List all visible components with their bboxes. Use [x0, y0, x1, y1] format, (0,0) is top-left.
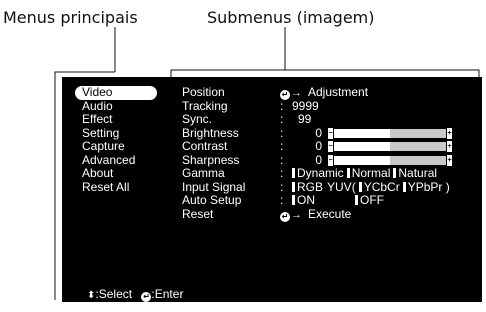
submenu-label-gamma[interactable]: Gamma [182, 166, 245, 181]
position-action: Adjustment [308, 85, 369, 99]
sync-value: 99 [298, 112, 312, 126]
sharpness-slider[interactable]: − + [328, 154, 452, 166]
main-menu-item-video[interactable]: Video [75, 85, 157, 100]
contrast-value: 0 [315, 139, 322, 153]
radio-marker-icon [355, 195, 358, 205]
submenu-label-position[interactable]: Position [182, 85, 245, 100]
slider-fill [334, 142, 390, 151]
radio-marker-icon [393, 168, 397, 178]
enter-icon: ↵ [280, 211, 290, 222]
input-option-yuv[interactable]: YUV( [327, 180, 356, 195]
radio-marker-icon [402, 181, 406, 192]
gamma-option-natural[interactable]: Natural [398, 166, 437, 181]
submenu-label-tracking[interactable]: Tracking [182, 99, 245, 114]
main-menu-item-about[interactable]: About [75, 166, 157, 181]
footer-hint: ⬍:Select ↵:Enter [87, 286, 184, 303]
input-signal-row[interactable]: : RGB YUV( YCbCr YPbPr ) [280, 179, 453, 195]
gamma-option-normal[interactable]: Normal [352, 166, 391, 181]
reset-row[interactable]: ↵ → Execute [280, 206, 453, 222]
submenu-label-brightness[interactable]: Brightness [182, 126, 245, 141]
osd-menu-panel: Video Audio Effect Setting Capture Advan… [62, 77, 482, 302]
reset-action: Execute [308, 206, 352, 221]
contrast-row[interactable]: :0− + [280, 139, 453, 154]
sync-row[interactable]: :99 [280, 112, 453, 127]
radio-marker-icon [358, 181, 362, 192]
main-menu: Video Audio Effect Setting Capture Advan… [75, 85, 157, 195]
plus-icon: + [447, 141, 452, 152]
gamma-option-dynamic[interactable]: Dynamic [297, 166, 344, 181]
enter-hint: :Enter [151, 286, 184, 301]
separator: : [280, 98, 284, 113]
position-row[interactable]: ↵ → Adjustment [280, 85, 453, 100]
sharpness-row[interactable]: :0− + [280, 152, 453, 168]
submenu-label-sync[interactable]: Sync. [182, 112, 245, 127]
submenu-label-contrast[interactable]: Contrast [182, 139, 245, 154]
slider-fill [334, 128, 390, 138]
tracking-value: 9999 [292, 98, 319, 113]
minus-icon: − [328, 154, 333, 166]
slider-fill [334, 155, 390, 165]
main-menu-item-advanced[interactable]: Advanced [75, 153, 157, 168]
select-hint: :Select [95, 286, 133, 301]
submenu-label-auto-setup[interactable]: Auto Setup [182, 193, 245, 208]
gamma-row[interactable]: : Dynamic Normal Natural [280, 166, 453, 181]
auto-setup-option-on[interactable]: ON [297, 193, 315, 208]
auto-setup-option-off[interactable]: OFF [360, 193, 384, 208]
separator: : [280, 125, 284, 140]
separator: : [280, 179, 284, 194]
brightness-value: 0 [315, 125, 322, 140]
separator: : [280, 112, 284, 126]
main-menu-item-effect[interactable]: Effect [75, 112, 157, 127]
brightness-slider[interactable]: − + [328, 127, 452, 139]
separator: : [280, 139, 284, 153]
submenu-label-sharpness[interactable]: Sharpness [182, 153, 245, 168]
main-menu-item-reset-all[interactable]: Reset All [75, 180, 157, 195]
input-option-ypbpr[interactable]: YPbPr ) [408, 180, 450, 195]
radio-marker-icon [292, 168, 295, 178]
plus-icon: + [447, 154, 452, 166]
input-option-rgb[interactable]: RGB [297, 180, 323, 195]
separator: : [280, 166, 284, 180]
radio-marker-icon [292, 195, 295, 205]
submenu-labels: Position Tracking Sync. Brightness Contr… [182, 85, 245, 222]
minus-icon: − [328, 141, 333, 152]
input-option-ycbcr[interactable]: YCbCr [364, 180, 400, 195]
minus-icon: − [328, 127, 333, 139]
radio-marker-icon [346, 168, 350, 178]
radio-marker-icon [292, 181, 295, 192]
submenu-label-input-signal[interactable]: Input Signal [182, 180, 245, 195]
submenu-label-reset[interactable]: Reset [182, 207, 245, 222]
main-menu-item-audio[interactable]: Audio [75, 99, 157, 114]
tracking-row[interactable]: :9999 [280, 98, 453, 114]
separator: : [280, 193, 284, 207]
plus-icon: + [447, 127, 452, 139]
brightness-row[interactable]: :0− + [280, 125, 453, 141]
arrow-right-icon: → [291, 208, 302, 221]
main-menu-item-capture[interactable]: Capture [75, 139, 157, 154]
contrast-slider[interactable]: − + [328, 141, 452, 152]
enter-icon: ↵ [141, 291, 152, 302]
sharpness-value: 0 [315, 152, 322, 167]
auto-setup-row[interactable]: : ON OFF [280, 193, 453, 208]
separator: : [280, 152, 284, 167]
main-menu-item-setting[interactable]: Setting [75, 126, 157, 141]
submenu-values: ↵ → Adjustment :9999 :99 :0− + :0− + :0− + :D… [280, 85, 453, 222]
